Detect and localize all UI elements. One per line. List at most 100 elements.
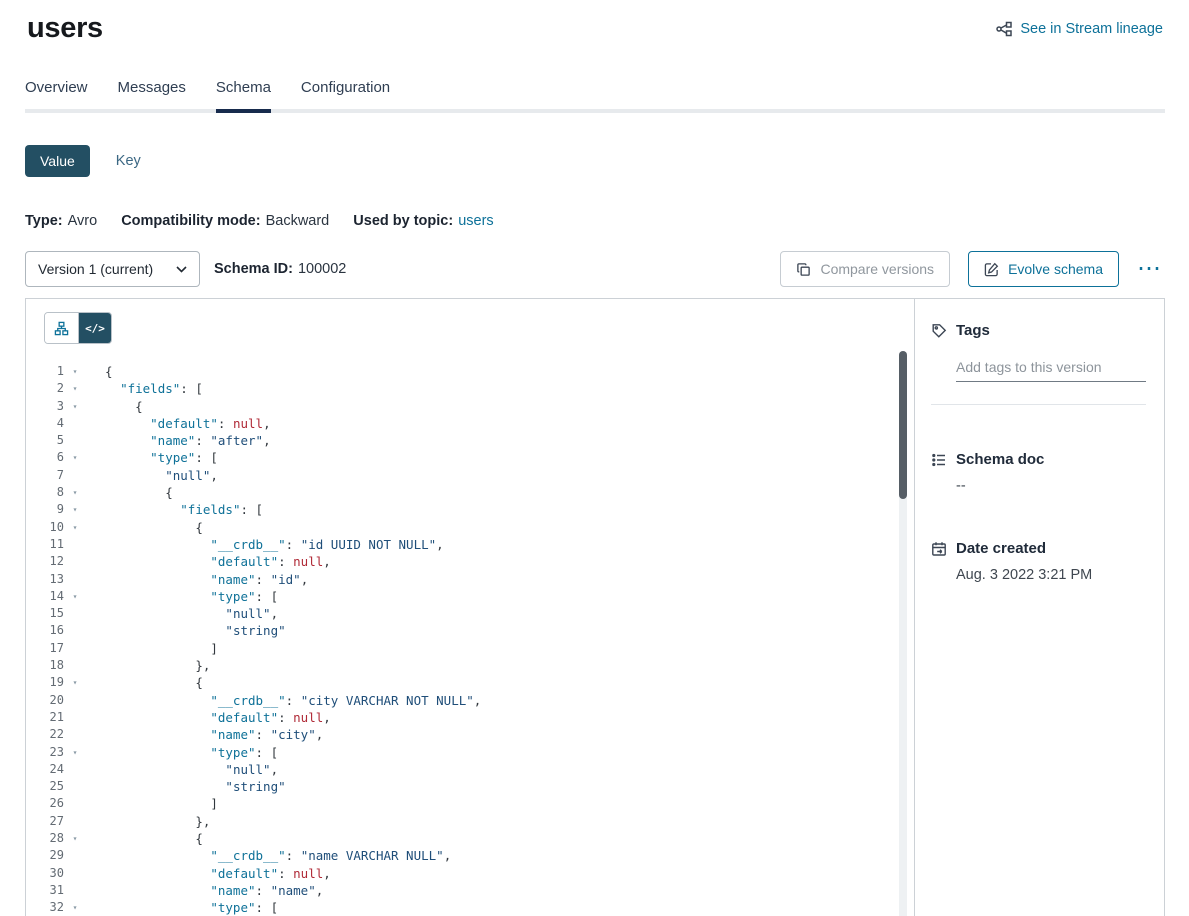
schema-id: Schema ID:100002 <box>214 261 346 277</box>
code-text: "__crdb__": "city VARCHAR NOT NULL", <box>82 692 481 709</box>
line-number: 10 <box>26 519 64 536</box>
fold-toggle-icon[interactable]: ▾ <box>68 363 82 380</box>
code-line: 4 "default": null, <box>26 415 914 432</box>
fold-spacer <box>68 605 82 622</box>
code-line: 13 "name": "id", <box>26 571 914 588</box>
tag-icon <box>931 323 947 339</box>
code-text: "null", <box>82 605 278 622</box>
code-text: "default": null, <box>82 709 331 726</box>
page-title: users <box>27 12 103 45</box>
doc-list-icon <box>931 452 947 468</box>
schema-doc-section: Schema doc -- <box>931 451 1146 494</box>
date-created-header: Date created <box>931 540 1146 557</box>
stream-lineage-link[interactable]: See in Stream lineage <box>996 21 1163 37</box>
code-text: { <box>82 830 203 847</box>
evolve-schema-button[interactable]: Evolve schema <box>968 251 1119 287</box>
schema-doc-value: -- <box>956 478 1146 494</box>
fold-spacer <box>68 553 82 570</box>
fold-spacer <box>68 726 82 743</box>
fold-toggle-icon[interactable]: ▾ <box>68 398 82 415</box>
editor-scrollbar-thumb[interactable] <box>899 351 907 499</box>
fold-toggle-icon[interactable]: ▾ <box>68 674 82 691</box>
code-view-button[interactable]: </> <box>78 313 111 343</box>
fold-spacer <box>68 865 82 882</box>
line-number: 23 <box>26 744 64 761</box>
code-text: ] <box>82 640 218 657</box>
tab-configuration[interactable]: Configuration <box>301 75 390 113</box>
code-line: 28▾ { <box>26 830 914 847</box>
code-lines: 1▾{2▾ "fields": [3▾ {4 "default": null,5… <box>26 363 914 916</box>
schema-doc-header: Schema doc <box>931 451 1146 468</box>
code-text: "string" <box>82 778 286 795</box>
line-number: 27 <box>26 813 64 830</box>
compare-versions-button[interactable]: Compare versions <box>780 251 950 287</box>
fold-spacer <box>68 778 82 795</box>
line-number: 17 <box>26 640 64 657</box>
fold-toggle-icon[interactable]: ▾ <box>68 380 82 397</box>
code-line: 27 }, <box>26 813 914 830</box>
code-text: "name": "id", <box>82 571 308 588</box>
code-line: 12 "default": null, <box>26 553 914 570</box>
fold-spacer <box>68 692 82 709</box>
topic-link[interactable]: users <box>458 213 493 229</box>
fold-spacer <box>68 467 82 484</box>
tab-overview[interactable]: Overview <box>25 75 88 113</box>
line-number: 16 <box>26 622 64 639</box>
code-text: { <box>82 484 173 501</box>
code-line: 9▾ "fields": [ <box>26 501 914 518</box>
version-select-value: Version 1 (current) <box>38 261 153 277</box>
fold-spacer <box>68 415 82 432</box>
code-text: "type": [ <box>82 744 278 761</box>
line-number: 14 <box>26 588 64 605</box>
code-line: 26 ] <box>26 795 914 812</box>
code-line: 2▾ "fields": [ <box>26 380 914 397</box>
fold-toggle-icon[interactable]: ▾ <box>68 484 82 501</box>
fold-toggle-icon[interactable]: ▾ <box>68 519 82 536</box>
fold-toggle-icon[interactable]: ▾ <box>68 588 82 605</box>
tab-messages[interactable]: Messages <box>118 75 186 113</box>
version-select[interactable]: Version 1 (current) <box>25 251 200 287</box>
code-text: "name": "city", <box>82 726 323 743</box>
code-line: 6▾ "type": [ <box>26 449 914 466</box>
code-line: 25 "string" <box>26 778 914 795</box>
key-toggle-button[interactable]: Key <box>116 153 141 169</box>
line-number: 9 <box>26 501 64 518</box>
fold-toggle-icon[interactable]: ▾ <box>68 830 82 847</box>
line-number: 32 <box>26 899 64 916</box>
tab-schema[interactable]: Schema <box>216 75 271 113</box>
tree-view-button[interactable] <box>45 313 78 343</box>
tags-divider <box>931 404 1146 405</box>
code-line: 15 "null", <box>26 605 914 622</box>
fold-toggle-icon[interactable]: ▾ <box>68 899 82 916</box>
fold-toggle-icon[interactable]: ▾ <box>68 449 82 466</box>
fold-toggle-icon[interactable]: ▾ <box>68 501 82 518</box>
code-text: "null", <box>82 467 218 484</box>
type-value: Avro <box>68 213 98 229</box>
code-line: 11 "__crdb__": "id UUID NOT NULL", <box>26 536 914 553</box>
line-number: 29 <box>26 847 64 864</box>
code-text: "name": "after", <box>82 432 271 449</box>
line-number: 6 <box>26 449 64 466</box>
page-header: users See in Stream lineage <box>0 0 1189 45</box>
value-toggle-button[interactable]: Value <box>25 145 90 177</box>
fold-spacer <box>68 709 82 726</box>
line-number: 1 <box>26 363 64 380</box>
fold-toggle-icon[interactable]: ▾ <box>68 744 82 761</box>
date-created-value: Aug. 3 2022 3:21 PM <box>956 567 1146 583</box>
code-text: "type": [ <box>82 588 278 605</box>
code-text: "__crdb__": "id UUID NOT NULL", <box>82 536 444 553</box>
editor-scrollbar-track[interactable] <box>899 351 907 916</box>
code-text: "type": [ <box>82 449 218 466</box>
code-line: 23▾ "type": [ <box>26 744 914 761</box>
code-line: 29 "__crdb__": "name VARCHAR NULL", <box>26 847 914 864</box>
add-tags-input[interactable] <box>956 355 1146 382</box>
fold-spacer <box>68 813 82 830</box>
code-line: 17 ] <box>26 640 914 657</box>
version-bar: Version 1 (current) Schema ID:100002 Com… <box>25 251 1165 287</box>
fold-spacer <box>68 536 82 553</box>
line-number: 19 <box>26 674 64 691</box>
fold-spacer <box>68 847 82 864</box>
more-options-button[interactable]: ⋯ <box>1133 257 1165 281</box>
stream-lineage-icon <box>996 21 1012 37</box>
code-text: "type": [ <box>82 899 278 916</box>
